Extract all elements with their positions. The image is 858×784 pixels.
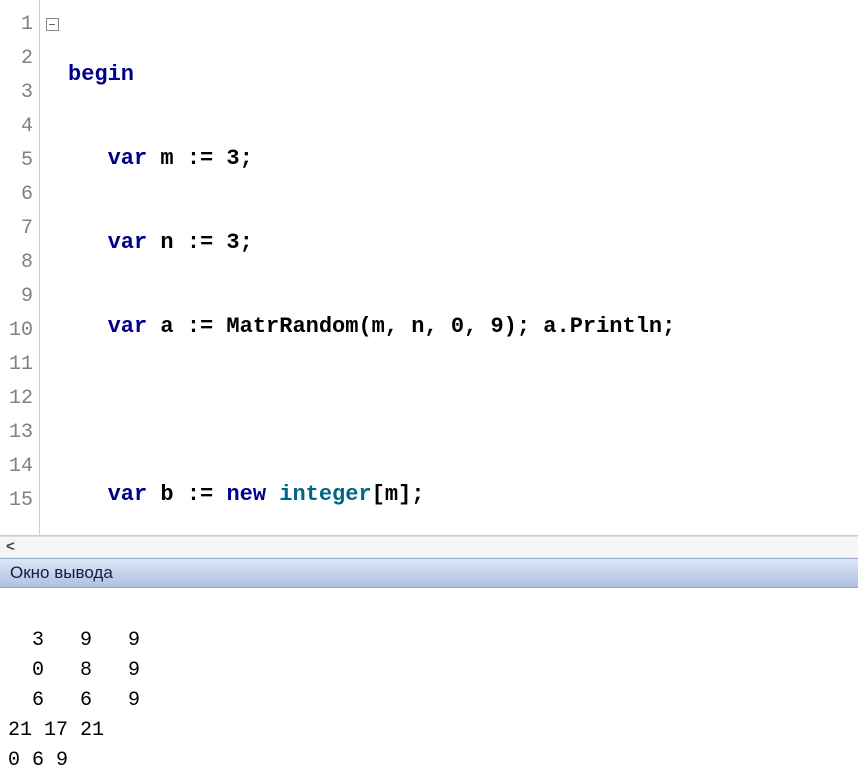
line-number: 7 — [0, 212, 39, 246]
line-number: 10 — [0, 314, 39, 348]
line-number: 15 — [0, 484, 39, 518]
code-line: var a := MatrRandom(m, n, 0, 9); a.Print… — [68, 310, 675, 344]
output-line: 0 8 9 — [8, 659, 140, 682]
output-line: 6 6 9 — [8, 689, 140, 712]
output-line: 21 17 21 — [8, 719, 104, 742]
line-number: 12 — [0, 382, 39, 416]
line-number: 5 — [0, 144, 39, 178]
output-panel[interactable]: 3 9 9 0 8 9 6 6 9 21 17 21 0 6 9 — [0, 588, 858, 784]
fold-toggle-icon[interactable]: − — [46, 18, 59, 31]
line-number: 13 — [0, 416, 39, 450]
line-number: 1 — [0, 8, 39, 42]
horizontal-scroll-left-icon[interactable]: < — [0, 536, 858, 557]
line-number: 11 — [0, 348, 39, 382]
output-panel-title: Окно вывода — [0, 558, 858, 588]
line-number: 6 — [0, 178, 39, 212]
code-line — [68, 394, 675, 428]
fold-gutter: − — [40, 0, 64, 535]
line-number-gutter: 1 2 3 4 5 6 7 8 9 10 11 12 13 14 15 — [0, 0, 40, 535]
line-number: 4 — [0, 110, 39, 144]
code-line: var n := 3; — [68, 226, 675, 260]
code-area[interactable]: begin var m := 3; var n := 3; var a := M… — [64, 0, 675, 535]
line-number: 8 — [0, 246, 39, 280]
code-line: begin — [68, 58, 675, 92]
code-line: var b := new integer[m]; — [68, 478, 675, 512]
line-number: 14 — [0, 450, 39, 484]
output-line: 3 9 9 — [8, 629, 140, 652]
line-number: 2 — [0, 42, 39, 76]
code-editor[interactable]: 1 2 3 4 5 6 7 8 9 10 11 12 13 14 15 − be… — [0, 0, 858, 536]
code-line: var m := 3; — [68, 142, 675, 176]
line-number: 9 — [0, 280, 39, 314]
line-number: 3 — [0, 76, 39, 110]
output-line: 0 6 9 — [8, 749, 68, 772]
